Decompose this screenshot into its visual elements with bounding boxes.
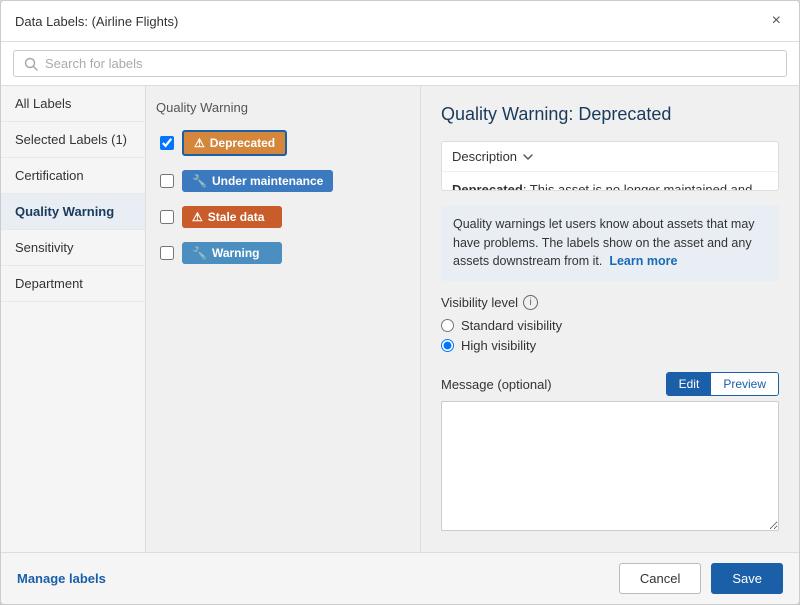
footer-buttons: Cancel Save (619, 563, 783, 594)
info-text: Quality warnings let users know about as… (441, 205, 779, 281)
description-header[interactable]: Description (442, 142, 778, 172)
right-panel-title: Quality Warning: Deprecated (441, 104, 779, 125)
list-item: ⚠ Deprecated (156, 125, 410, 161)
save-button[interactable]: Save (711, 563, 783, 594)
maintenance-checkbox[interactable] (160, 174, 174, 188)
deprecated-icon: ⚠ (194, 136, 205, 150)
message-section: Message (optional) Edit Preview (441, 372, 779, 534)
search-input[interactable] (45, 56, 776, 71)
description-box: Description Deprecated: This asset is no… (441, 141, 779, 191)
search-icon (24, 57, 38, 71)
maintenance-icon: 🔧 (192, 174, 207, 188)
stale-checkbox[interactable] (160, 210, 174, 224)
description-body: Deprecated: This asset is no longer main… (442, 172, 778, 191)
stale-label: Stale data (208, 210, 265, 224)
middle-panel-title: Quality Warning (156, 100, 410, 115)
tab-group: Edit Preview (666, 372, 779, 396)
tab-preview[interactable]: Preview (711, 373, 778, 395)
message-textarea[interactable] (441, 401, 779, 531)
sidebar-item-selected-labels[interactable]: Selected Labels (1) (1, 122, 145, 158)
info-icon[interactable]: i (523, 295, 538, 310)
stale-badge[interactable]: ⚠ Stale data (182, 206, 282, 228)
sidebar-item-department[interactable]: Department (1, 266, 145, 302)
high-visibility-label: High visibility (461, 338, 536, 353)
high-visibility-radio[interactable] (441, 339, 454, 352)
visibility-section: Visibility level i Standard visibility H… (441, 295, 779, 358)
footer: Manage labels Cancel Save (1, 552, 799, 604)
standard-visibility-label: Standard visibility (461, 318, 562, 333)
close-button[interactable]: × (768, 11, 785, 31)
standard-visibility-radio[interactable] (441, 319, 454, 332)
warning-checkbox[interactable] (160, 246, 174, 260)
main-content: All Labels Selected Labels (1) Certifica… (1, 86, 799, 552)
list-item: 🔧 Under maintenance (156, 165, 410, 197)
warning-badge[interactable]: 🔧 Warning (182, 242, 282, 264)
list-item: 🔧 Warning (156, 237, 410, 269)
title-bar: Data Labels: (Airline Flights) × (1, 1, 799, 42)
message-header: Message (optional) Edit Preview (441, 372, 779, 396)
warning-label: Warning (212, 246, 260, 260)
deprecated-checkbox[interactable] (160, 136, 174, 150)
warning-icon: 🔧 (192, 246, 207, 260)
message-label: Message (optional) (441, 377, 552, 392)
description-label: Description (452, 149, 517, 164)
sidebar-item-all-labels[interactable]: All Labels (1, 86, 145, 122)
maintenance-badge[interactable]: 🔧 Under maintenance (182, 170, 333, 192)
middle-panel: Quality Warning ⚠ Deprecated 🔧 Under mai… (146, 86, 421, 552)
tab-edit[interactable]: Edit (667, 373, 712, 395)
info-body: Quality warnings let users know about as… (453, 217, 755, 269)
chevron-down-icon (522, 151, 534, 163)
search-bar (1, 42, 799, 86)
search-input-wrap (13, 50, 787, 77)
high-visibility-option[interactable]: High visibility (441, 338, 779, 353)
maintenance-label: Under maintenance (212, 174, 323, 188)
visibility-label-text: Visibility level (441, 295, 518, 310)
dialog-title: Data Labels: (Airline Flights) (15, 14, 178, 29)
learn-more-link[interactable]: Learn more (609, 254, 677, 268)
sidebar: All Labels Selected Labels (1) Certifica… (1, 86, 146, 552)
deprecated-label: Deprecated (210, 136, 275, 150)
deprecated-badge[interactable]: ⚠ Deprecated (182, 130, 287, 156)
cancel-button[interactable]: Cancel (619, 563, 701, 594)
visibility-label-row: Visibility level i (441, 295, 779, 310)
description-bold: Deprecated (452, 182, 523, 191)
sidebar-item-quality-warning[interactable]: Quality Warning (1, 194, 145, 230)
stale-icon: ⚠ (192, 210, 203, 224)
right-panel: Quality Warning: Deprecated Description … (421, 86, 799, 552)
manage-labels-link[interactable]: Manage labels (17, 571, 106, 586)
standard-visibility-option[interactable]: Standard visibility (441, 318, 779, 333)
list-item: ⚠ Stale data (156, 201, 410, 233)
dialog: Data Labels: (Airline Flights) × All Lab… (0, 0, 800, 605)
sidebar-item-certification[interactable]: Certification (1, 158, 145, 194)
sidebar-item-sensitivity[interactable]: Sensitivity (1, 230, 145, 266)
